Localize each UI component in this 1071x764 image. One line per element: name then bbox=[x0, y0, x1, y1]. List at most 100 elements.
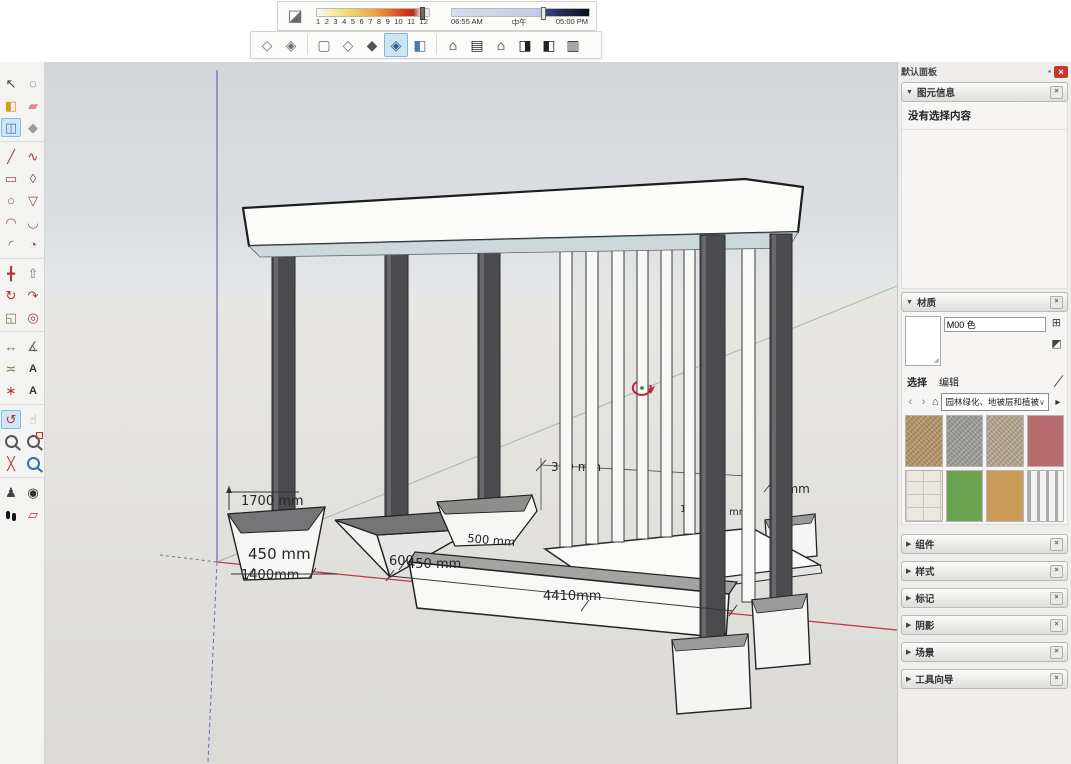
material-swatch-sand-tan[interactable] bbox=[986, 470, 1024, 522]
tool-eraser-button[interactable]: ▰ bbox=[23, 96, 43, 115]
section-close-button[interactable]: × bbox=[1050, 538, 1063, 551]
shadow-date-slider[interactable] bbox=[316, 8, 430, 17]
tool-rotate-button[interactable]: ↻ bbox=[1, 286, 21, 305]
style-xray-button[interactable]: ◇ bbox=[255, 33, 279, 57]
tool-orbit-button[interactable]: ↺ bbox=[1, 410, 21, 429]
tab-edit[interactable]: 编辑 bbox=[939, 374, 959, 389]
tool-position-camera-button[interactable]: ♟ bbox=[1, 483, 21, 502]
pin-icon[interactable]: ▪ bbox=[1048, 67, 1051, 76]
dim-1400: 1400mm bbox=[241, 568, 299, 583]
tool-paint-bucket-button[interactable]: ◧ bbox=[1, 96, 21, 115]
style-shaded-button[interactable]: ◆ bbox=[360, 33, 384, 57]
material-swatch-pavers[interactable] bbox=[905, 470, 943, 522]
tool-rectangle-button[interactable]: ▭ bbox=[1, 169, 21, 188]
entity-info-close-button[interactable]: × bbox=[1050, 86, 1063, 99]
tool-rotated-rectangle-button[interactable]: ◊ bbox=[23, 169, 43, 188]
section-close-button[interactable]: × bbox=[1050, 646, 1063, 659]
section-close-button[interactable]: × bbox=[1050, 592, 1063, 605]
material-preview[interactable]: ◢ bbox=[905, 316, 941, 366]
shadow-toggle-button[interactable]: ◪ bbox=[283, 5, 307, 27]
style-back-edges-button[interactable]: ◈ bbox=[279, 33, 303, 57]
sample-paint-icon[interactable]: ╱ bbox=[1054, 375, 1063, 389]
material-swatch-gravel-brown[interactable] bbox=[905, 415, 943, 467]
tool-3d-text-button[interactable]: A bbox=[23, 381, 43, 400]
material-category-dropdown[interactable]: 园林绿化、地被层和植被 ∨ bbox=[941, 393, 1048, 411]
style-shaded-with-textures-button[interactable]: ◈ bbox=[384, 33, 408, 57]
tool-arc-button[interactable]: ◠ bbox=[1, 213, 21, 232]
follow-me-icon: ↷ bbox=[28, 288, 39, 304]
tool-axes-button[interactable]: ∗ bbox=[1, 381, 21, 400]
section-header-1[interactable]: ▶组件× bbox=[901, 534, 1068, 554]
section-header-2[interactable]: ▶样式× bbox=[901, 561, 1068, 581]
home-icon[interactable]: ⌂ bbox=[932, 396, 939, 408]
back-icon[interactable]: ‹ bbox=[905, 396, 915, 408]
view-top-button[interactable]: ▤ bbox=[465, 33, 489, 57]
section-label: 组件 bbox=[915, 537, 934, 551]
month-tick-3: 3 bbox=[333, 17, 337, 26]
details-menu-icon[interactable]: ▸ bbox=[1052, 397, 1064, 408]
section-header-6[interactable]: ▶工具向导× bbox=[901, 669, 1068, 689]
viewport-canvas[interactable]: 390 mm 2 mm 17 mm bbox=[45, 62, 897, 764]
section-close-button[interactable]: × bbox=[1050, 619, 1063, 632]
tool-tape-measure-button[interactable]: ↔ bbox=[1, 337, 21, 356]
view-right-button[interactable]: ◨ bbox=[513, 33, 537, 57]
tool-select-button[interactable]: ↖ bbox=[1, 74, 21, 93]
panel-close-button[interactable]: × bbox=[1054, 66, 1068, 78]
tab-select[interactable]: 选择 bbox=[907, 374, 927, 389]
tool-freehand-button[interactable]: ∿ bbox=[23, 147, 43, 166]
tool-look-around-button[interactable]: ◉ bbox=[23, 483, 43, 502]
secondary-material-icon[interactable]: ◩ bbox=[1051, 337, 1061, 350]
tool-protractor-button[interactable]: ∡ bbox=[23, 337, 43, 356]
tool-walk-button[interactable] bbox=[1, 505, 21, 524]
tool-pan-button[interactable]: ☝ bbox=[23, 410, 43, 429]
tool-follow-me-button[interactable]: ↷ bbox=[23, 286, 43, 305]
tool-lasso-button[interactable]: ◌ bbox=[23, 74, 43, 93]
tool-zoom-button[interactable] bbox=[1, 432, 21, 451]
section-plane-icon: ▱ bbox=[28, 507, 38, 523]
blue-axis-negative bbox=[208, 562, 217, 762]
materials-close-button[interactable]: × bbox=[1050, 296, 1063, 309]
section-header-5[interactable]: ▶场景× bbox=[901, 642, 1068, 662]
section-header-4[interactable]: ▶阴影× bbox=[901, 615, 1068, 635]
section-header-3[interactable]: ▶标记× bbox=[901, 588, 1068, 608]
material-swatch-white-fence[interactable] bbox=[1027, 470, 1065, 522]
tool-zoom-window-button[interactable] bbox=[23, 432, 43, 451]
style-monochrome-button[interactable]: ◧ bbox=[408, 33, 432, 57]
style-hidden-line-button[interactable]: ◇ bbox=[336, 33, 360, 57]
tool-text-button[interactable]: A bbox=[23, 359, 43, 378]
material-name-input[interactable] bbox=[944, 317, 1046, 332]
tool-dimension-button[interactable]: ≍ bbox=[1, 359, 21, 378]
tool-pie-button[interactable]: ◔ bbox=[23, 235, 43, 254]
material-swatch-cobblestone[interactable] bbox=[986, 415, 1024, 467]
view-left-button[interactable]: ◧ bbox=[537, 33, 561, 57]
tool-make-component-button[interactable]: ◫ bbox=[1, 118, 21, 137]
tool-move-button[interactable]: ╋ bbox=[1, 264, 21, 283]
tool-three-point-arc-button[interactable]: ◜ bbox=[1, 235, 21, 254]
tool-scale-button[interactable]: ◱ bbox=[1, 308, 21, 327]
tool-offset-button[interactable]: ◎ bbox=[23, 308, 43, 327]
tool-soften-edges-button[interactable]: ◆ bbox=[23, 118, 43, 137]
view-iso-button[interactable]: ⌂ bbox=[441, 33, 465, 57]
section-label: 场景 bbox=[915, 645, 934, 659]
material-swatch-gravel-gray[interactable] bbox=[946, 415, 984, 467]
tool-two-point-arc-button[interactable]: ◡ bbox=[23, 213, 43, 232]
style-wireframe-button[interactable]: ▢ bbox=[312, 33, 336, 57]
material-swatch-rose[interactable] bbox=[1027, 415, 1065, 467]
tool-polygon-button[interactable]: ▽ bbox=[23, 191, 43, 210]
tool-push-pull-button[interactable]: ⇧ bbox=[23, 264, 43, 283]
tool-section-plane-button[interactable]: ▱ bbox=[23, 505, 43, 524]
create-material-icon[interactable]: ⊞ bbox=[1052, 316, 1061, 329]
section-close-button[interactable]: × bbox=[1050, 565, 1063, 578]
tool-zoom-extents-button[interactable]: ╳ bbox=[1, 454, 21, 473]
entity-info-header[interactable]: ▼ 图元信息 × bbox=[901, 82, 1068, 102]
view-back-button[interactable]: ▥ bbox=[561, 33, 585, 57]
shadow-time-slider[interactable] bbox=[451, 8, 590, 17]
tool-previous-button[interactable] bbox=[23, 454, 43, 473]
tool-circle-button[interactable]: ○ bbox=[1, 191, 21, 210]
material-swatch-grass-green[interactable] bbox=[946, 470, 984, 522]
materials-header[interactable]: ▼ 材质 × bbox=[901, 292, 1068, 312]
view-front-button[interactable]: ⌂ bbox=[489, 33, 513, 57]
tool-line-button[interactable]: ╱ bbox=[1, 147, 21, 166]
forward-icon[interactable]: › bbox=[918, 396, 928, 408]
section-close-button[interactable]: × bbox=[1050, 673, 1063, 686]
